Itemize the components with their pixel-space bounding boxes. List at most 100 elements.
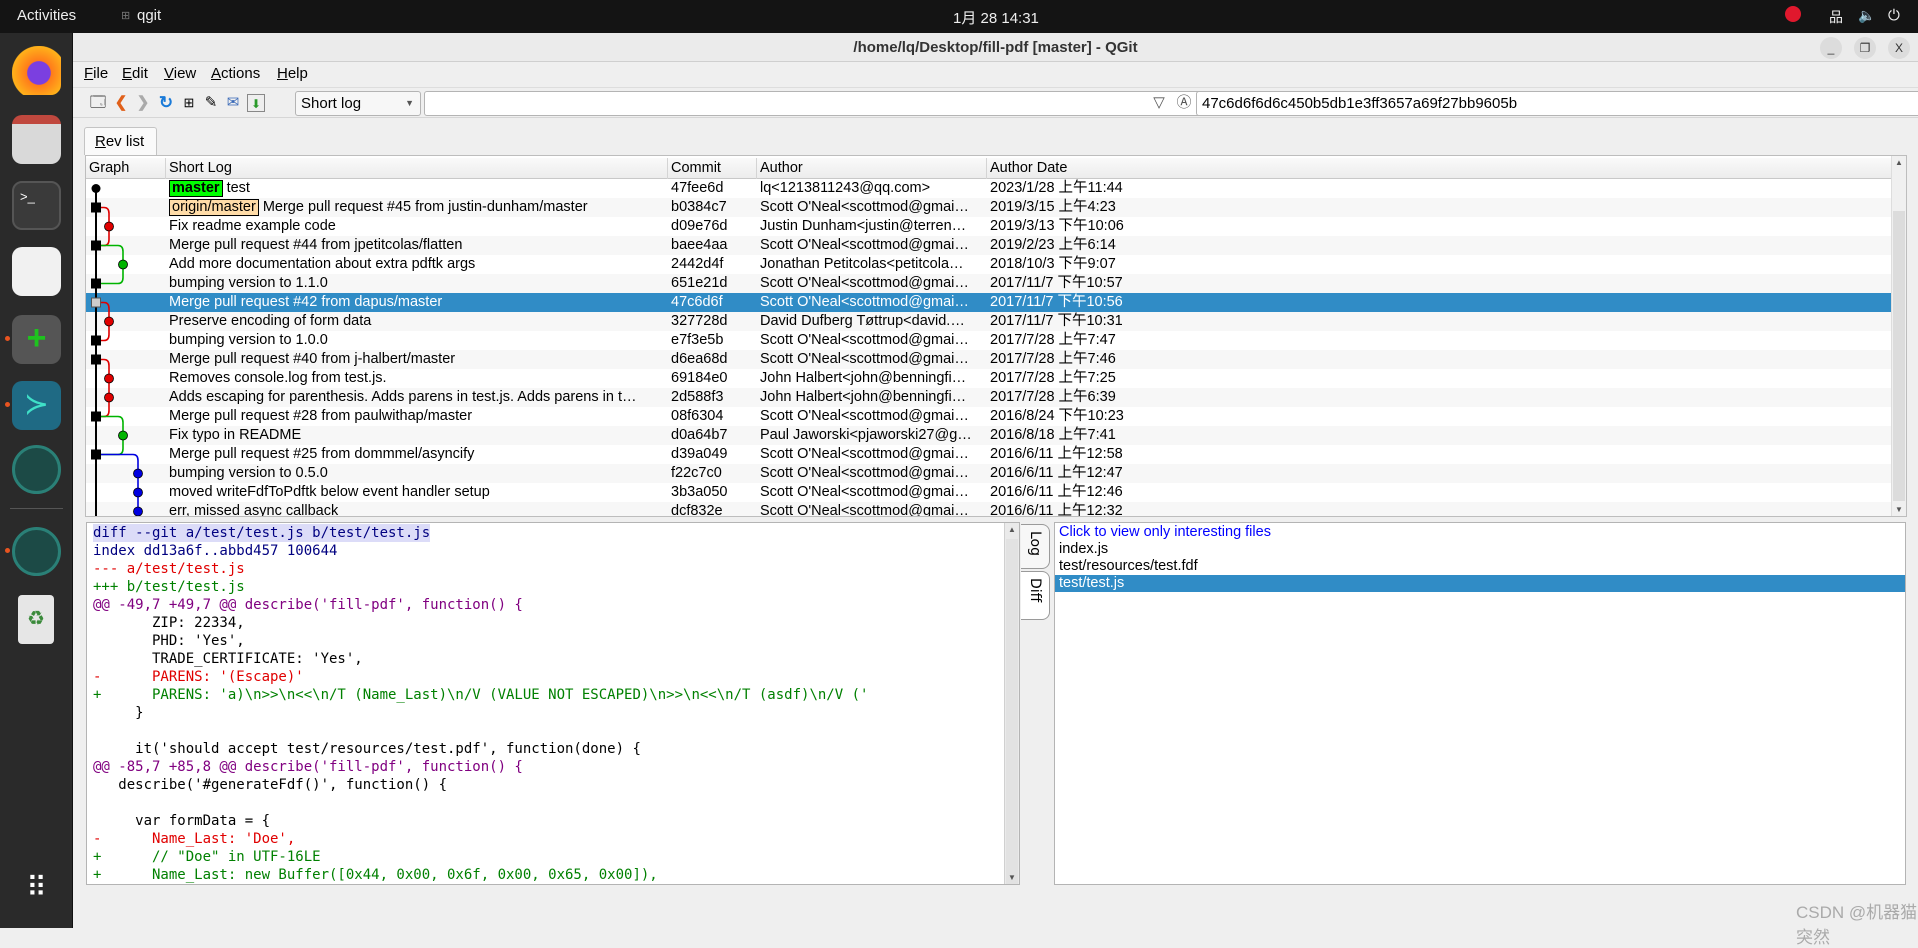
scroll-down-arrow[interactable]: ▼: [1895, 505, 1903, 514]
vscode-icon[interactable]: ≻: [12, 381, 61, 430]
file-item[interactable]: test/test.js: [1055, 575, 1905, 592]
gitkraken-icon[interactable]: [12, 527, 61, 576]
column-header-short-log[interactable]: Short Log: [166, 158, 668, 179]
menu-view[interactable]: View: [164, 65, 196, 82]
volume-icon[interactable]: 🔈: [1858, 7, 1875, 24]
app-menu-qgit[interactable]: qgit: [137, 7, 161, 24]
scrollbar-thumb[interactable]: [1006, 539, 1018, 884]
minimize-button[interactable]: _: [1820, 37, 1842, 59]
column-header-author[interactable]: Author: [757, 158, 987, 179]
tab-diff[interactable]: Diff: [1021, 571, 1050, 620]
table-row[interactable]: Merge pull request #42 from dapus/master…: [86, 293, 1892, 312]
apply-patch-icon[interactable]: ⬇: [247, 94, 265, 112]
table-row[interactable]: Preserve encoding of form data 327728d Dav…: [86, 312, 1892, 331]
diff-line-add: + // "Doe" in UTF-16LE: [93, 849, 321, 865]
terminal-icon[interactable]: >_: [12, 181, 61, 230]
table-row[interactable]: origin/master Merge pull request #45 from…: [86, 198, 1892, 217]
scroll-up-arrow[interactable]: ▲: [1008, 525, 1016, 534]
ref-badge-remote[interactable]: origin/master: [169, 199, 259, 216]
table-row[interactable]: Merge pull request #28 from paulwithap/m…: [86, 407, 1892, 426]
commit-cell: d0a64b7: [671, 427, 728, 443]
table-row[interactable]: moved writeFdfToPdftk below event handle…: [86, 483, 1892, 502]
author-cell: Scott O'Neal<scottmod@gmai…: [760, 332, 969, 348]
show-apps-icon[interactable]: ⠿: [12, 863, 61, 912]
table-row[interactable]: Merge pull request #44 from jpetitcolas/…: [86, 236, 1892, 255]
chevron-down-icon: ▼: [405, 98, 414, 108]
table-row[interactable]: err, missed async callback dcf832e Scott O…: [86, 502, 1892, 516]
edit-icon[interactable]: ✎: [202, 94, 220, 112]
short-log-cell: bumping version to 0.5.0: [169, 464, 664, 483]
table-row[interactable]: Adds escaping for parenthesis. Adds pare…: [86, 388, 1892, 407]
git-gui-icon[interactable]: [12, 247, 61, 296]
scroll-up-arrow[interactable]: ▲: [1895, 158, 1903, 167]
open-repo-icon[interactable]: 🗔: [89, 94, 107, 112]
merge-node: [91, 278, 101, 289]
table-row[interactable]: bumping version to 0.5.0 f22c7c0 Scott O'N…: [86, 464, 1892, 483]
column-header-graph[interactable]: Graph: [86, 158, 166, 179]
commit-message: Merge pull request #28 from paulwithap/m…: [169, 408, 473, 424]
date-cell: 2019/3/15 上午4:23: [990, 199, 1116, 215]
filter-input[interactable]: [424, 91, 1212, 116]
tab-log[interactable]: Log: [1021, 524, 1050, 569]
table-row[interactable]: Merge pull request #25 from dommmel/asyn…: [86, 445, 1892, 464]
activities-button[interactable]: Activities: [17, 7, 76, 24]
commit-message: bumping version to 0.5.0: [169, 465, 328, 481]
tab-rev-list[interactable]: Rev list: [84, 127, 157, 155]
menu-help[interactable]: Help: [277, 65, 308, 82]
running-indicator: [5, 336, 10, 341]
filter-icon[interactable]: ▽: [1150, 94, 1168, 112]
interesting-files-link[interactable]: Click to view only interesting files: [1055, 524, 1905, 541]
log-mode-select[interactable]: Short log ▼: [295, 91, 421, 116]
short-log-cell: Adds escaping for parenthesis. Adds pare…: [169, 388, 664, 407]
gitkraken-icon[interactable]: [12, 445, 61, 494]
diff-scrollbar[interactable]: ▲ ▼: [1004, 523, 1019, 884]
column-header-commit[interactable]: Commit: [668, 158, 757, 179]
short-log-cell: moved writeFdfToPdftk below event handle…: [169, 483, 664, 502]
commit-cell: f22c7c0: [671, 465, 722, 481]
table-row[interactable]: Fix typo in README d0a64b7 Paul Jaworski<p…: [86, 426, 1892, 445]
file-item[interactable]: index.js: [1055, 541, 1905, 558]
firefox-icon[interactable]: [12, 46, 61, 95]
power-icon[interactable]: ⏻: [1888, 7, 1900, 24]
clock[interactable]: 1月 28 14:31: [953, 7, 1039, 28]
table-row[interactable]: bumping version to 1.1.0 651e21d Scott O'N…: [86, 274, 1892, 293]
commit-cell: dcf832e: [671, 503, 723, 516]
table-row[interactable]: bumping version to 1.0.0 e7f3e5b Scott O'N…: [86, 331, 1892, 350]
network-icon[interactable]: 品: [1829, 7, 1843, 27]
commit-cell: d6ea68d: [671, 351, 728, 367]
table-row[interactable]: master test 47fee6d lq<1213811243@qq.com> 20…: [86, 179, 1892, 198]
author-cell: John Halbert<john@benningfi…: [760, 389, 967, 405]
mail-patch-icon[interactable]: ✉: [224, 94, 242, 112]
file-item[interactable]: test/resources/test.fdf: [1055, 558, 1905, 575]
commit-cell: 47c6d6f: [671, 294, 723, 310]
table-row[interactable]: Removes console.log from test.js. 69184e0…: [86, 369, 1892, 388]
files-icon[interactable]: [12, 115, 61, 164]
scrollbar-thumb[interactable]: [1893, 211, 1905, 501]
table-row[interactable]: Add more documentation about extra pdftk…: [86, 255, 1892, 274]
close-button[interactable]: X: [1888, 37, 1910, 59]
back-icon[interactable]: ❮: [112, 94, 130, 112]
maximize-button[interactable]: ❐: [1854, 37, 1876, 59]
table-row[interactable]: Fix readme example code d09e76d Justin Dun…: [86, 217, 1892, 236]
search-icon[interactable]: Ⓐ: [1175, 94, 1193, 112]
menu-file[interactable]: File: [84, 65, 108, 82]
trash-icon[interactable]: ♻: [18, 595, 54, 644]
date-cell: 2016/6/11 上午12:47: [990, 465, 1123, 481]
tree-view-icon[interactable]: ⊞: [180, 94, 198, 112]
column-header-author-date[interactable]: Author Date: [987, 158, 1892, 179]
scroll-down-arrow[interactable]: ▼: [1008, 873, 1016, 882]
forward-icon[interactable]: ❯: [134, 94, 152, 112]
table-row[interactable]: Merge pull request #40 from j-halbert/ma…: [86, 350, 1892, 369]
ref-badge-local[interactable]: master: [169, 180, 223, 197]
author-cell: David Dufberg Tøttrup<david.…: [760, 313, 965, 329]
do-not-disturb-icon[interactable]: [1785, 6, 1801, 22]
refresh-icon[interactable]: ↻: [157, 94, 175, 112]
menu-help-mnemonic: H: [277, 65, 288, 82]
qgit-icon[interactable]: +: [12, 315, 61, 364]
sha-input[interactable]: 47c6d6f6d6c450b5db1e3ff3657a69f27bb9605b: [1196, 91, 1918, 116]
rev-list-scrollbar[interactable]: ▲ ▼: [1891, 156, 1906, 516]
menu-edit[interactable]: Edit: [122, 65, 148, 82]
diff-viewer[interactable]: diff --git a/test/test.js b/test/test.js…: [86, 522, 1020, 885]
diff-line-ctx: [93, 794, 868, 812]
menu-actions[interactable]: Actions: [211, 65, 260, 82]
